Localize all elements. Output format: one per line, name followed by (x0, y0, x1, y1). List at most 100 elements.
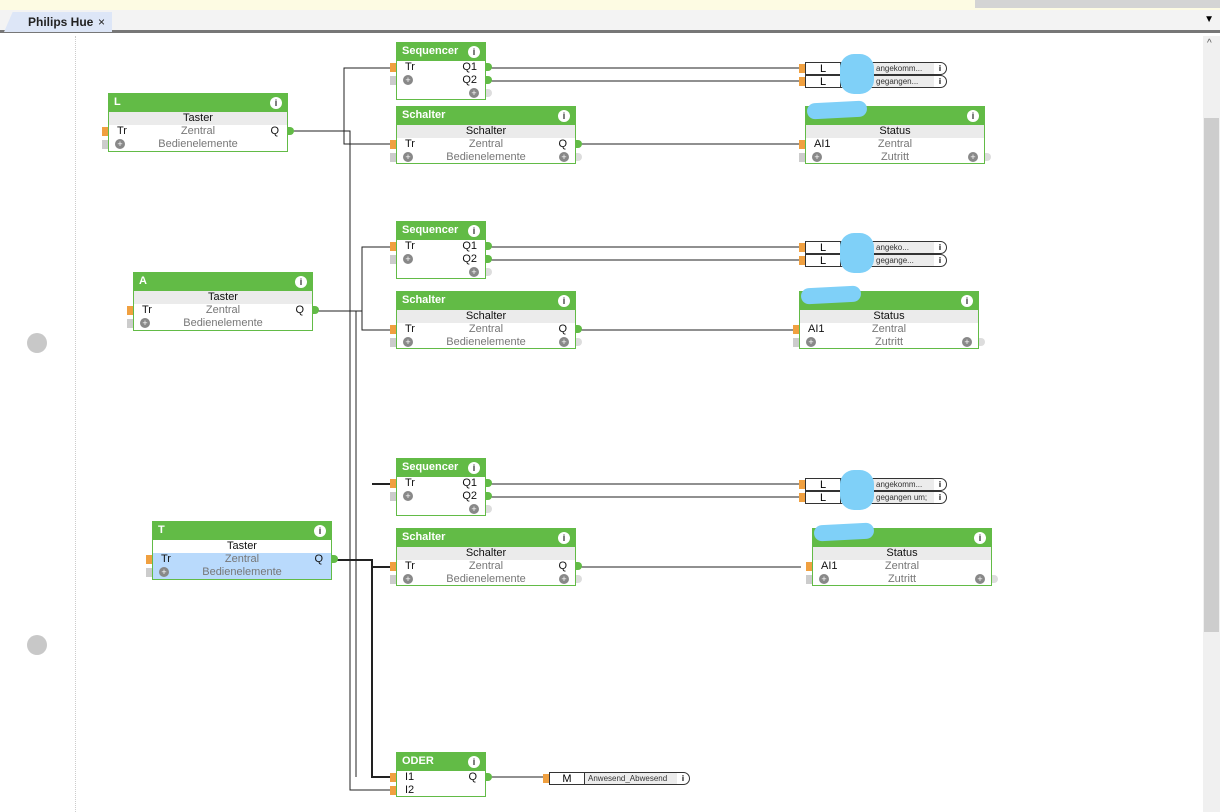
input-pin[interactable] (146, 555, 152, 564)
input-pin[interactable] (390, 773, 396, 782)
output-label: Q (295, 304, 304, 316)
add-output-icon[interactable]: + (469, 88, 479, 98)
input-pin[interactable] (799, 493, 805, 502)
info-icon[interactable]: i (558, 295, 570, 307)
add-output-icon[interactable]: + (975, 574, 985, 584)
add-input-icon[interactable]: + (403, 75, 413, 85)
input-pin[interactable] (102, 127, 108, 136)
info-icon[interactable]: i (558, 532, 570, 544)
input-pin[interactable] (390, 63, 396, 72)
output-tag[interactable]: M Anwesend_Abwesend i (543, 772, 690, 785)
input-pin[interactable] (390, 76, 396, 85)
input-pin[interactable] (390, 242, 396, 251)
input-pin[interactable] (390, 575, 396, 584)
info-icon[interactable]: i (468, 462, 480, 474)
input-pin[interactable] (390, 479, 396, 488)
input-pin[interactable] (127, 306, 133, 315)
output-tag[interactable]: Lgegangen um; i (799, 491, 947, 504)
input-pin[interactable] (102, 140, 108, 149)
info-icon[interactable]: i (934, 255, 946, 266)
schalter-block[interactable]: Schalter i Schalter Tr Zentral Q + Bedienelemen… (390, 291, 582, 349)
taster-block-A[interactable]: Ai Taster Tr Zentral Q + Bedienelemente (127, 272, 319, 331)
add-output-icon[interactable]: + (962, 337, 972, 347)
info-icon[interactable]: i (468, 225, 480, 237)
info-icon[interactable]: i (934, 479, 946, 490)
wire[interactable] (343, 67, 392, 145)
input-pin[interactable] (390, 255, 396, 264)
info-icon[interactable]: i (677, 773, 689, 784)
input-pin[interactable] (799, 64, 805, 73)
input-pin[interactable] (799, 153, 805, 162)
vertical-scrollbar[interactable]: ^ (1203, 36, 1220, 812)
output-tag[interactable]: Lgegangen... i (799, 75, 947, 88)
output-tag[interactable]: Lgegange... i (799, 254, 947, 267)
sequencer-block[interactable]: Sequencer i Tr Q1 + Q2 + (390, 221, 492, 279)
info-icon[interactable]: i (295, 276, 307, 288)
taster-block-L[interactable]: Li Taster Tr Zentral Q + Bedienelemente (102, 93, 294, 152)
input-pin[interactable] (799, 256, 805, 265)
input-pin[interactable] (390, 325, 396, 334)
info-icon[interactable]: i (967, 110, 979, 122)
taster-block-T[interactable]: Ti Taster Tr Zentral Q + Bedienelemente (146, 521, 338, 580)
input-pin[interactable] (543, 774, 549, 783)
oder-block[interactable]: ODER i I1 Q I2 (390, 752, 492, 797)
info-icon[interactable]: i (934, 242, 946, 253)
info-icon[interactable]: i (974, 532, 986, 544)
input-pin[interactable] (146, 568, 152, 577)
output-tag[interactable]: Langekomm... i (799, 62, 947, 75)
add-output-icon[interactable]: + (559, 337, 569, 347)
sequencer-block[interactable]: Sequencer i Tr Q1 + Q2 + (390, 42, 492, 100)
wire[interactable] (335, 559, 392, 778)
info-icon[interactable]: i (270, 97, 282, 109)
add-output-icon[interactable]: + (968, 152, 978, 162)
input-pin[interactable] (799, 140, 805, 149)
info-icon[interactable]: i (934, 76, 946, 87)
output-tag[interactable]: Langekomm... i (799, 478, 947, 491)
info-icon[interactable]: i (934, 63, 946, 74)
input-pin[interactable] (793, 325, 799, 334)
io-row: Tr Zentral Q (102, 125, 294, 138)
input-pin[interactable] (793, 338, 799, 347)
info-icon[interactable]: i (314, 525, 326, 537)
info-icon[interactable]: i (468, 46, 480, 58)
input-pin[interactable] (390, 786, 396, 795)
input-pin[interactable] (799, 77, 805, 86)
block-type: Taster (153, 540, 331, 553)
input-pin[interactable] (390, 562, 396, 571)
wire[interactable] (361, 246, 392, 331)
input-pin[interactable] (390, 140, 396, 149)
input-pin[interactable] (390, 338, 396, 347)
wire[interactable] (290, 130, 392, 791)
add-output-icon[interactable]: + (469, 504, 479, 514)
schalter-block[interactable]: Schalter i Schalter Tr Zentral Q + Bedienelemen… (390, 106, 582, 164)
output-tag[interactable]: Langeko... i (799, 241, 947, 254)
schalter-block[interactable]: Schalter i Schalter Tr Zentral Q + Bedienelemen… (390, 528, 582, 586)
io-row: Tr Q1 (390, 61, 492, 74)
add-output-icon[interactable]: + (469, 267, 479, 277)
input-pin[interactable] (390, 492, 396, 501)
info-icon[interactable]: i (558, 110, 570, 122)
info-icon[interactable]: i (961, 295, 973, 307)
input-pin[interactable] (806, 562, 812, 571)
group-label: Zutritt (880, 151, 910, 163)
info-icon[interactable]: i (934, 492, 946, 503)
info-icon[interactable]: i (468, 756, 480, 768)
input-pin[interactable] (799, 480, 805, 489)
io-row: Tr Zentral Q (390, 560, 582, 573)
add-input-icon[interactable]: + (403, 491, 413, 501)
sequencer-block[interactable]: Sequencer i Tr Q1 + Q2 + (390, 458, 492, 516)
add-output-icon[interactable]: + (559, 574, 569, 584)
input-pin[interactable] (127, 319, 133, 328)
input-pin[interactable] (390, 153, 396, 162)
scrollbar-thumb[interactable] (1204, 118, 1219, 632)
output-label: Q1 (462, 477, 477, 489)
input-pin[interactable] (799, 243, 805, 252)
redacted-name (800, 285, 862, 305)
add-input-icon[interactable]: + (403, 254, 413, 264)
input-pin[interactable] (806, 575, 812, 584)
io-row: + Q2 (390, 490, 492, 503)
scroll-up-icon[interactable]: ^ (1207, 38, 1212, 49)
add-output-icon[interactable]: + (559, 152, 569, 162)
extra-row: + Bedienelemente (102, 138, 287, 151)
output-label: Q1 (462, 240, 477, 252)
